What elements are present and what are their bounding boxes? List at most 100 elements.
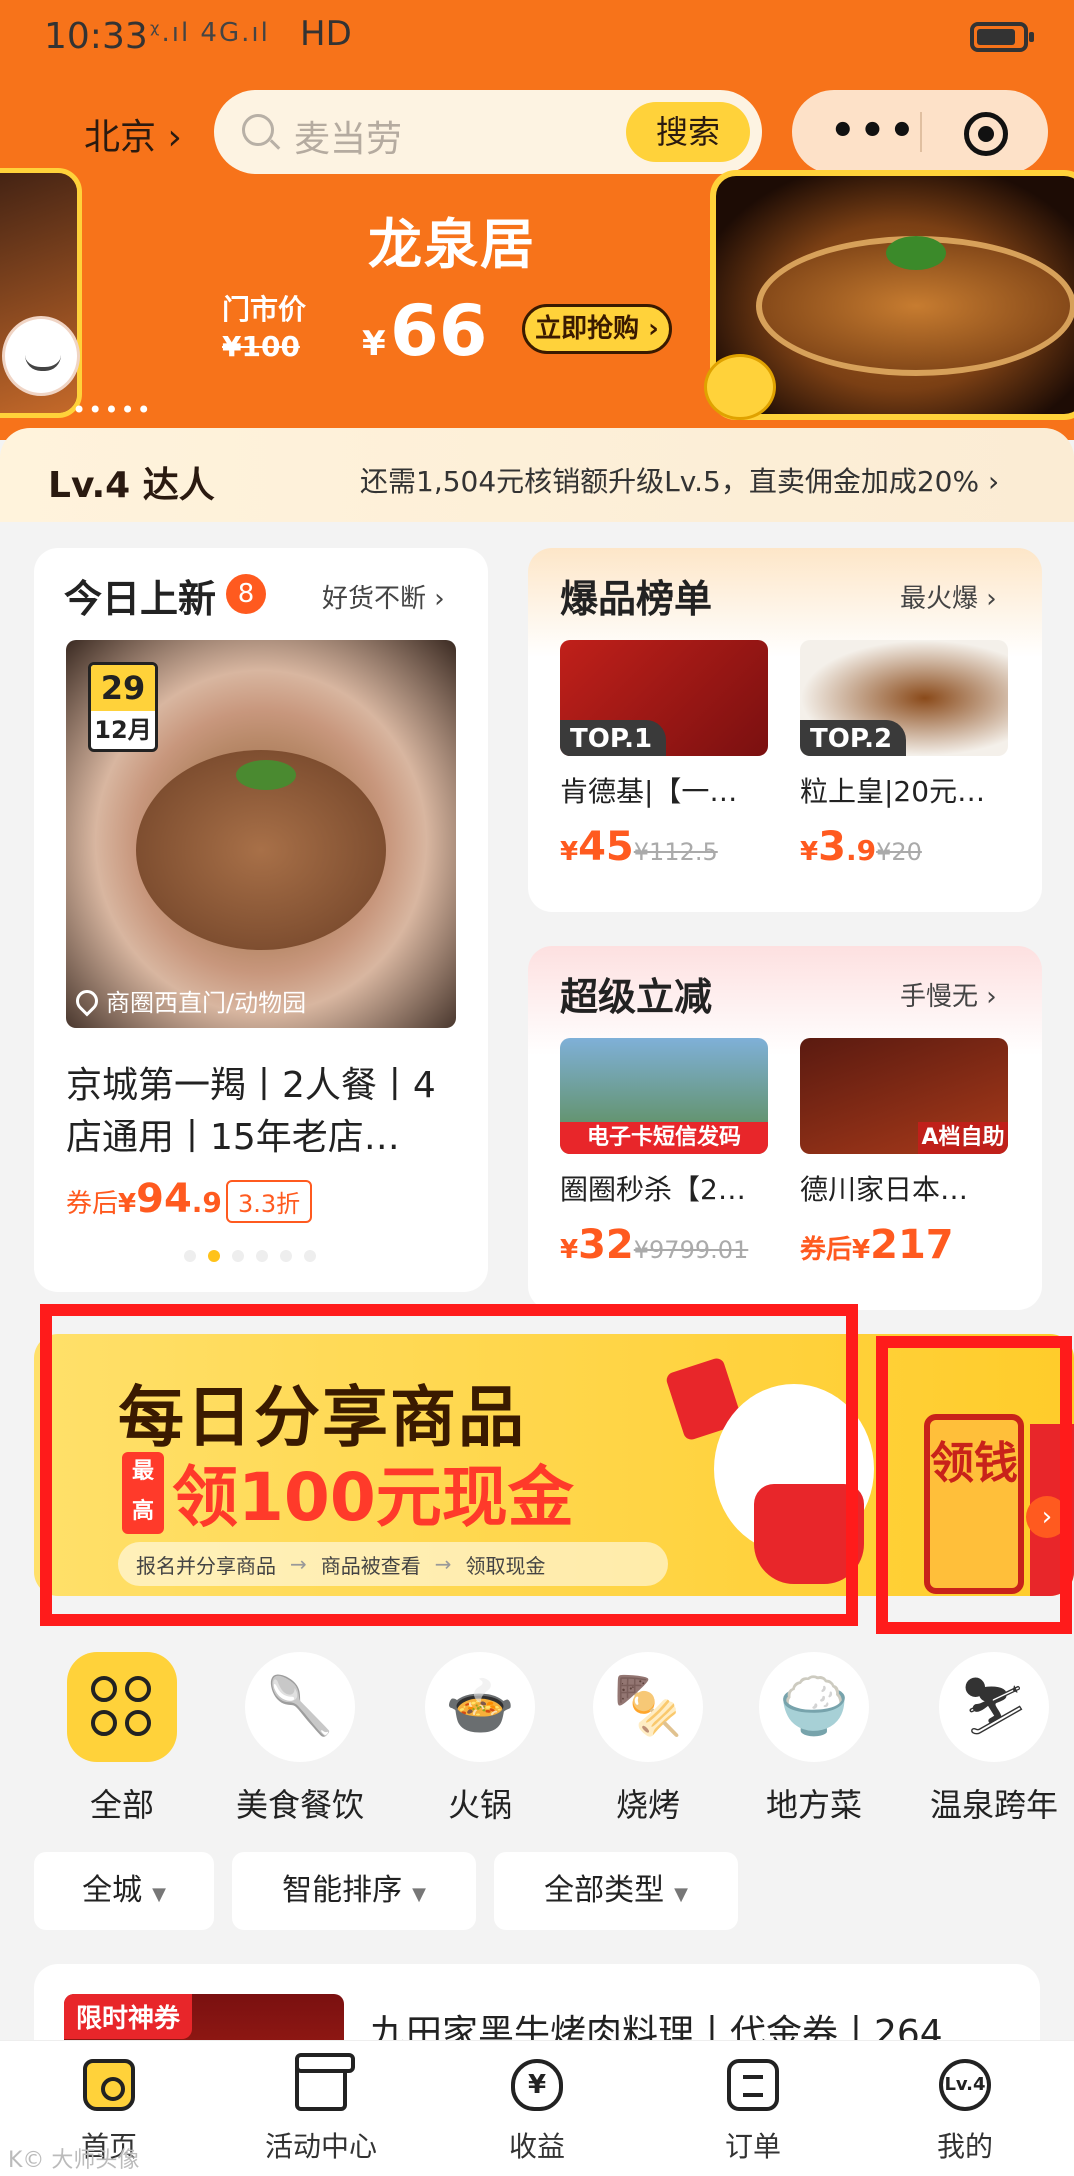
new-today-title: 今日上新 (64, 577, 217, 621)
category-food[interactable]: 🥄 美食餐饮 (220, 1652, 380, 1826)
hot-item-1-name[interactable]: 肯德基|【一… (560, 770, 768, 810)
signal-icon: ᵡ.ıl 4G.ıl (150, 18, 270, 48)
caret-down-icon: ▼ (152, 1884, 166, 1905)
tab-income[interactable]: ¥ 收益 (462, 2059, 612, 2165)
tab-activity-center[interactable]: 活动中心 (246, 2053, 396, 2165)
super-cut-more-link[interactable]: 手慢无 › (900, 976, 997, 1013)
category-local[interactable]: 🍚 地方菜 (734, 1652, 894, 1826)
city-selector[interactable]: 北京 › (84, 108, 182, 160)
price-dec: .9 (845, 834, 877, 867)
price-prefix: 券后 (800, 1235, 853, 1265)
home-icon (83, 2059, 135, 2111)
date-badge: 29 12月 (88, 662, 158, 752)
filter-area[interactable]: 全城 ▼ (34, 1852, 214, 1930)
banner-pagination: ••••• (72, 396, 153, 424)
profile-icon: Lv.4 (939, 2059, 991, 2111)
grid-icon (91, 1676, 153, 1738)
category-all[interactable]: 全部 (42, 1652, 202, 1826)
tab-label: 订单 (724, 2130, 781, 2163)
search-bar[interactable]: 麦当劳 搜索 (214, 90, 762, 174)
category-label: 火锅 (447, 1786, 512, 1824)
category-hot-spring[interactable]: ⛷ 温泉跨年 (914, 1652, 1074, 1826)
search-icon (242, 114, 274, 146)
price-prefix: 券后 (66, 1189, 119, 1219)
highlight-box-claim (876, 1336, 1072, 1634)
tab-label: 收益 (508, 2130, 565, 2163)
cut-more-label: 手慢无 (900, 982, 979, 1012)
cut-item-1-name[interactable]: 圈圈秒杀【2… (560, 1168, 768, 1208)
new-count-badge: 8 (226, 574, 266, 614)
utensils-icon: 🥄 (265, 1674, 335, 1739)
category-label: 全部 (89, 1786, 154, 1824)
search-button[interactable]: 搜索 (626, 102, 750, 162)
original-price: ¥20 (876, 838, 922, 866)
tab-label: 我的 (936, 2130, 993, 2163)
hot-item-2-name[interactable]: 粒上皇|20元… (800, 770, 1008, 810)
filter-label: 智能排序 (282, 1873, 403, 1908)
cut-item-2-price: 券后¥217 (800, 1222, 954, 1268)
hot-list-card[interactable]: 爆品榜单 最火爆 › TOP.1 肯德基|【一… ¥45¥112.5 TOP.2… (528, 548, 1042, 912)
super-cut-title: 超级立减 (560, 975, 713, 1019)
more-menu-icon[interactable]: ••• (830, 108, 919, 154)
level-upgrade-tip[interactable]: 还需1,504元核销额升级Lv.5，直卖佣金加成20% › (360, 460, 999, 500)
hot-item-1-price: ¥45¥112.5 (560, 824, 718, 870)
price-int: 45 (578, 824, 634, 870)
hotpot-icon: 🍲 (445, 1674, 515, 1739)
bowl-icon: 🍚 (779, 1674, 849, 1739)
thumbs-up-mascot-icon (704, 354, 776, 420)
category-hotpot[interactable]: 🍲 火锅 (400, 1652, 560, 1826)
price-currency: ¥ (800, 837, 819, 867)
new-today-card[interactable]: 今日上新 8 好货不断 › 29 12月 商圈西直门/动物园 京城第一羯丨2人餐… (34, 548, 488, 1292)
hot-item-2-image[interactable]: TOP.2 (800, 640, 1008, 756)
category-label: 地方菜 (765, 1786, 862, 1824)
money-bag-icon: ¥ (511, 2059, 563, 2111)
category-row: 全部 🥄 美食餐饮 🍲 火锅 🍢 烧烤 🍚 地方菜 ⛷ 温泉跨年 (0, 1652, 1074, 1832)
super-cut-card[interactable]: 超级立减 手慢无 › 电子卡短信发码 圈圈秒杀【2… ¥32¥9799.01 A… (528, 946, 1042, 1310)
search-input[interactable]: 麦当劳 (294, 110, 402, 162)
price-int: 94 (136, 1176, 192, 1222)
price-currency: ¥ (852, 1235, 871, 1265)
new-product-image[interactable]: 29 12月 商圈西直门/动物园 (66, 640, 456, 1028)
tab-orders[interactable]: 订单 (678, 2059, 828, 2165)
sale-price: 66 (390, 290, 488, 372)
filter-sort[interactable]: 智能排序 ▼ (232, 1852, 476, 1930)
discount-badge: 3.3折 (226, 1180, 313, 1223)
price-int: 217 (870, 1222, 954, 1268)
market-price-value: ¥100 (222, 330, 300, 363)
filter-type[interactable]: 全部类型 ▼ (494, 1852, 738, 1930)
caret-down-icon: ▼ (674, 1884, 688, 1905)
sale-currency: ¥ (362, 324, 386, 364)
header: 10:33 ᵡ.ıl 4G.ıl HD 北京 › 麦当劳 搜索 ••• ••••… (0, 0, 1074, 440)
category-label: 温泉跨年 (929, 1786, 1058, 1824)
tab-mine[interactable]: Lv.4 我的 (890, 2059, 1040, 2165)
close-miniapp-icon[interactable] (964, 112, 1008, 156)
product-band: A档自助 (918, 1122, 1008, 1154)
buy-now-button[interactable]: 立即抢购 › (522, 304, 672, 354)
order-icon (727, 2059, 779, 2111)
hot-list-more-link[interactable]: 最火爆 › (900, 578, 997, 615)
category-label: 烧烤 (615, 1786, 680, 1824)
price-currency: ¥ (560, 837, 579, 867)
bottom-tab-bar: 首页 活动中心 ¥ 收益 订单 Lv.4 我的 (0, 2040, 1074, 2176)
cut-item-1-price: ¥32¥9799.01 (560, 1222, 748, 1268)
network-label: HD (300, 14, 352, 54)
hot-item-1-image[interactable]: TOP.1 (560, 640, 768, 756)
limited-coupon-tag: 限时神券 (64, 1994, 193, 2039)
new-today-more-link[interactable]: 好货不断 › (322, 578, 445, 615)
original-price: ¥9799.01 (633, 1236, 749, 1264)
rank-badge: TOP.2 (800, 720, 907, 756)
level-tip-text: 还需1,504元核销额升级Lv.5，直卖佣金加成20% (360, 465, 980, 498)
price-currency: ¥ (560, 1235, 579, 1265)
skewer-icon: 🍢 (613, 1674, 683, 1739)
buy-now-label: 立即抢购 (535, 314, 640, 344)
category-bbq[interactable]: 🍢 烧烤 (568, 1652, 728, 1826)
new-product-name[interactable]: 京城第一羯丨2人餐丨4店通用丨15年老店… (66, 1060, 466, 1164)
caret-down-icon: ▼ (412, 1884, 426, 1905)
market-price-label: 门市价 (222, 293, 307, 326)
cut-item-2-image[interactable]: A档自助 (800, 1038, 1008, 1154)
cut-item-1-image[interactable]: 电子卡短信发码 (560, 1038, 768, 1154)
category-label: 美食餐饮 (235, 1786, 364, 1824)
price-int: 32 (578, 1222, 634, 1268)
capsule-divider (920, 112, 922, 152)
cut-item-2-name[interactable]: 德川家日本… (800, 1168, 1008, 1208)
